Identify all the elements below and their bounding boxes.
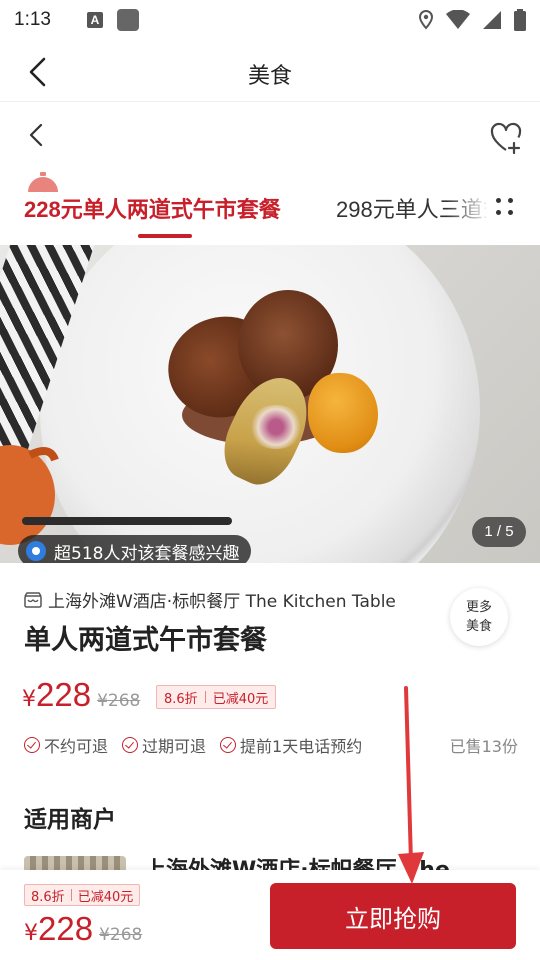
package-tabs: 228元单人两道式午市套餐 298元单人三道式午市套餐	[0, 166, 540, 244]
price-row: ¥ 228 ¥268	[22, 676, 140, 714]
discount-rate: 8.6折	[164, 691, 198, 707]
store-line[interactable]: 上海外滩W酒店·标帜餐厅 The Kitchen Table	[24, 587, 396, 612]
store-name: 上海外滩W酒店·标帜餐厅 The Kitchen Table	[48, 592, 396, 612]
tab-active-package[interactable]: 228元单人两道式午市套餐	[24, 166, 314, 244]
feature-label: 提前1天电话预约	[240, 737, 363, 756]
app-header: 美食	[0, 40, 540, 102]
check-circle-icon	[220, 737, 237, 753]
check-circle-icon	[122, 737, 139, 753]
battery-icon	[514, 9, 526, 31]
sprouts	[248, 405, 304, 449]
bottom-price-row: ¥ 228 ¥268	[24, 910, 142, 948]
check-circle-icon	[24, 737, 40, 753]
wifi-icon	[446, 10, 470, 29]
buy-now-button[interactable]: 立即抢购	[270, 883, 516, 949]
sub-back-button[interactable]	[20, 119, 52, 151]
eye-icon	[26, 541, 46, 561]
bottom-discount-tag: 8.6折 已减40元	[24, 884, 141, 906]
feature-item: 过期可退	[122, 733, 206, 757]
bottom-original-price: ¥268	[99, 925, 143, 945]
a-notification-icon: A	[86, 12, 103, 28]
image-counter: 1 / 5	[472, 517, 526, 547]
bottom-discount-reduction: 已减40元	[77, 889, 134, 905]
chevron-left-icon	[29, 123, 43, 147]
currency-symbol: ¥	[22, 687, 36, 712]
feature-label: 不约可退	[44, 737, 109, 756]
service-bell-icon	[28, 172, 58, 192]
feature-list: 不约可退 过期可退 提前1天电话预约 已售13份	[24, 733, 518, 757]
bottom-discount-rate: 8.6折	[31, 889, 65, 905]
sold-count: 已售13份	[449, 737, 518, 756]
status-bar: 1:13 A	[0, 0, 540, 40]
feature-item: 提前1天电话预约	[220, 733, 362, 757]
squash-puree	[308, 373, 378, 453]
hero-scroll-bar	[22, 517, 232, 525]
price: 228	[36, 676, 92, 713]
feature-label: 过期可退	[142, 737, 207, 756]
tab-active-indicator	[138, 234, 192, 238]
feature-item: 不约可退	[24, 733, 108, 757]
more-tabs-button[interactable]	[496, 198, 514, 216]
favorite-add-button[interactable]	[488, 119, 524, 155]
more-food-line2: 美食	[465, 619, 492, 634]
bottom-currency-symbol: ¥	[24, 921, 38, 946]
pot	[0, 445, 59, 545]
original-price: ¥268	[97, 691, 141, 711]
product-title: 单人两道式午市套餐	[24, 625, 267, 656]
interest-text: 超518人对该套餐感兴趣	[54, 543, 240, 564]
tab-active-label: 228元单人两道式午市套餐	[24, 197, 281, 222]
location-icon	[418, 10, 434, 30]
more-food-line1: 更多	[465, 600, 492, 615]
discount-tag: 8.6折 已减40元	[156, 685, 277, 709]
app-notification-icon	[116, 9, 139, 31]
sub-toolbar	[0, 103, 540, 165]
interest-badge: 超518人对该套餐感兴趣	[18, 535, 252, 564]
bottom-price: 228	[38, 910, 94, 947]
status-icons	[418, 9, 526, 31]
merchants-title: 适用商户	[24, 807, 116, 833]
hero-image[interactable]: 超518人对该套餐感兴趣 1 / 5	[0, 245, 540, 563]
store-icon	[24, 591, 42, 608]
more-food-button[interactable]: 更多 美食	[450, 588, 508, 646]
page-title: 美食	[247, 64, 292, 89]
bottom-bar: 8.6折 已减40元 ¥ 228 ¥268 立即抢购	[0, 870, 540, 960]
signal-icon	[483, 11, 501, 29]
discount-reduction: 已减40元	[212, 691, 269, 707]
status-time: 1:13	[14, 9, 51, 30]
tab-fade	[446, 186, 490, 226]
